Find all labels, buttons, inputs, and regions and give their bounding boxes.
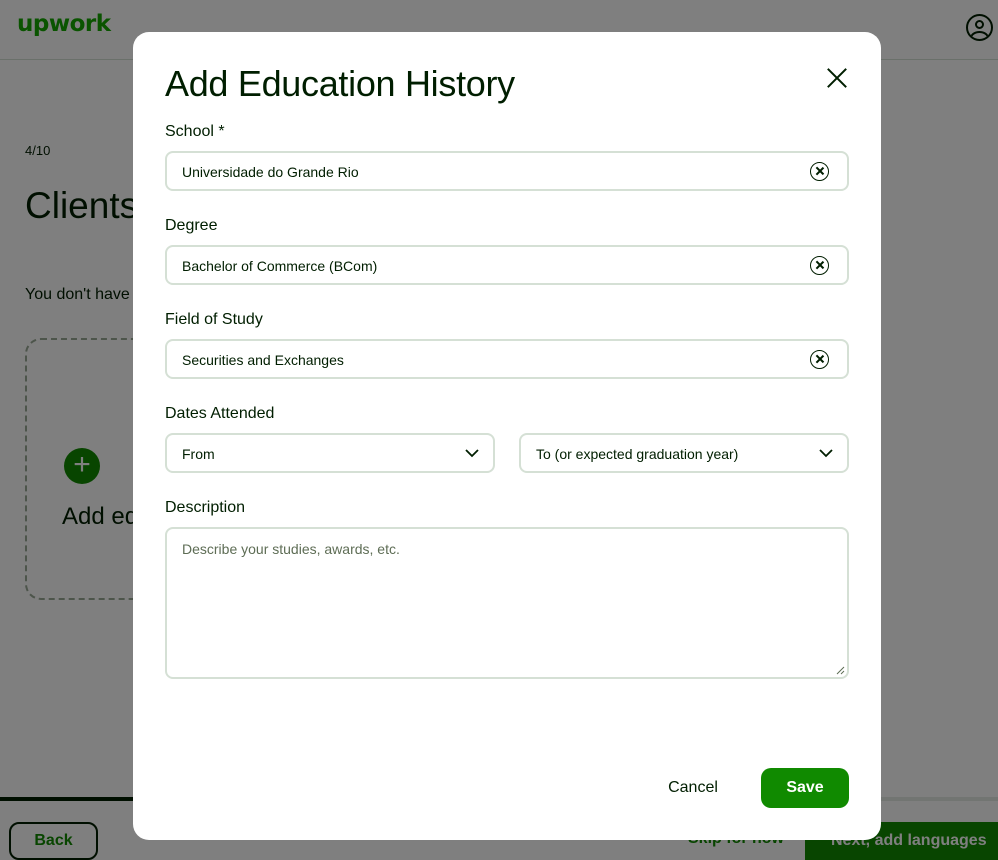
degree-input[interactable]: Bachelor of Commerce (BCom) [165,245,849,285]
field-of-study-input[interactable]: Securities and Exchanges [165,339,849,379]
description-label: Description [165,499,246,516]
degree-value: Bachelor of Commerce (BCom) [182,258,378,274]
chevron-down-icon [465,449,479,458]
description-textarea[interactable]: Describe your studies, awards, etc. [165,527,849,679]
from-select[interactable]: From [165,433,495,473]
degree-label: Degree [165,217,218,234]
close-icon[interactable] [823,64,851,92]
clear-icon[interactable] [810,256,829,275]
add-education-modal: Add Education History School * Universid… [133,32,881,840]
dates-label: Dates Attended [165,405,275,422]
school-label: School * [165,123,225,140]
field-of-study-value: Securities and Exchanges [182,352,344,368]
field-of-study-label: Field of Study [165,311,263,328]
school-input[interactable]: Universidade do Grande Rio [165,151,849,191]
clear-icon[interactable] [810,350,829,369]
resize-handle-icon[interactable] [835,665,845,675]
to-value: To (or expected graduation year) [536,446,739,462]
to-select[interactable]: To (or expected graduation year) [519,433,849,473]
from-value: From [182,446,215,462]
cancel-button[interactable]: Cancel [655,768,731,808]
school-value: Universidade do Grande Rio [182,164,359,180]
description-placeholder: Describe your studies, awards, etc. [182,541,400,557]
clear-icon[interactable] [810,162,829,181]
chevron-down-icon [819,449,833,458]
save-button[interactable]: Save [761,768,849,808]
modal-title: Add Education History [165,63,515,104]
